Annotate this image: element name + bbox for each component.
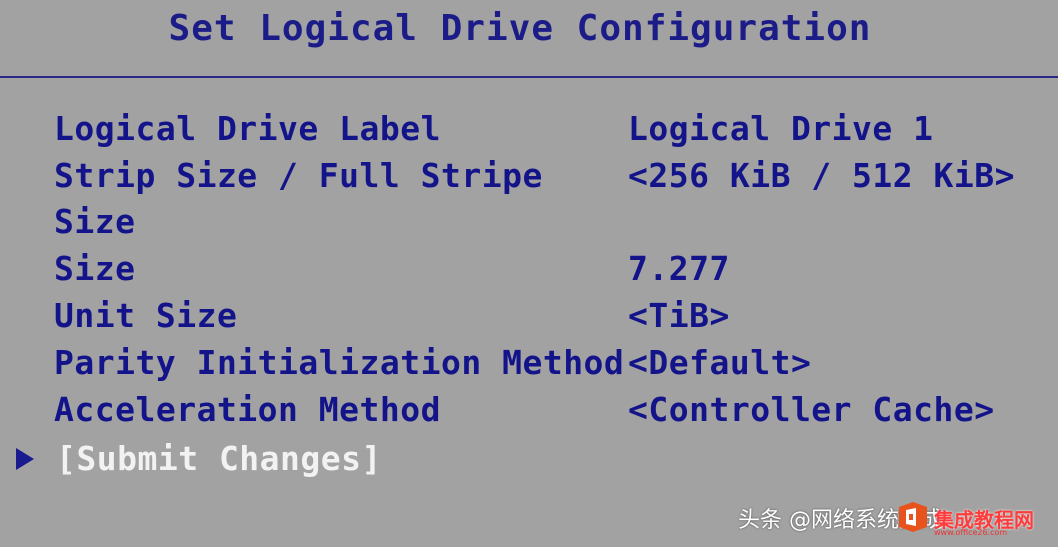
triangle-right-icon: [16, 448, 34, 470]
setting-value[interactable]: <Controller Cache>: [628, 387, 995, 433]
setting-label: Parity Initialization Method: [54, 343, 625, 382]
setting-row-size[interactable]: Size 7.277: [0, 246, 1058, 292]
setting-value[interactable]: Logical Drive 1: [628, 106, 934, 152]
setting-row-logical-drive-label[interactable]: Logical Drive Label Logical Drive 1: [0, 106, 1058, 152]
setting-label: Logical Drive Label: [54, 109, 441, 148]
office-logo-icon: [899, 502, 927, 532]
setting-row-size-header: Size: [0, 199, 1058, 245]
setting-value[interactable]: <TiB>: [628, 293, 730, 339]
setting-value[interactable]: <256 KiB / 512 KiB>: [628, 153, 1015, 199]
setting-row-strip-size[interactable]: Strip Size / Full Stripe <256 KiB / 512 …: [0, 153, 1058, 199]
setting-value[interactable]: <Default>: [628, 340, 811, 386]
setting-label: Size: [54, 249, 136, 288]
watermark: 头条 @网络系统集成 集成教程网 www.office26.com: [738, 498, 1058, 538]
watermark-url: www.office26.com: [934, 528, 1008, 537]
setting-row-parity-init[interactable]: Parity Initialization Method <Default>: [0, 340, 1058, 386]
setting-label: Unit Size: [54, 296, 238, 335]
setting-label: Acceleration Method: [54, 390, 441, 429]
title-divider: [0, 76, 1058, 78]
setting-label: Strip Size / Full Stripe: [54, 156, 543, 195]
setting-row-acceleration[interactable]: Acceleration Method <Controller Cache>: [0, 387, 1058, 433]
setting-value[interactable]: 7.277: [628, 246, 730, 292]
setting-label: Size: [54, 202, 136, 241]
submit-changes-button[interactable]: [Submit Changes]: [56, 436, 382, 482]
setting-row-unit-size[interactable]: Unit Size <TiB>: [0, 293, 1058, 339]
page-title: Set Logical Drive Configuration: [168, 8, 872, 49]
